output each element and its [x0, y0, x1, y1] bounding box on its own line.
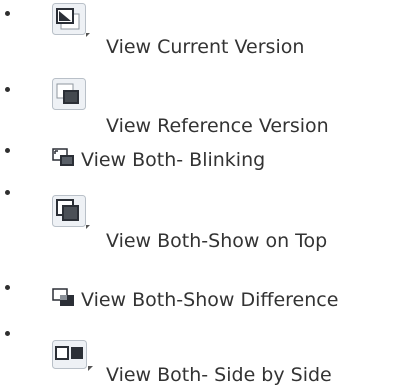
- view-both-show-on-top-icon: [52, 195, 90, 229]
- view-both-show-difference-icon: [52, 288, 74, 306]
- list-item[interactable]: View Both- Blinking: [0, 140, 404, 180]
- list-item[interactable]: View Reference Version: [0, 64, 404, 137]
- view-current-version-icon: [52, 3, 90, 37]
- list-item[interactable]: View Both-Show on Top: [0, 184, 404, 272]
- view-both-show-on-top-label: View Both-Show on Top: [106, 230, 328, 252]
- bullet-icon: [5, 190, 10, 195]
- bullet-icon: [5, 87, 10, 92]
- bullet-icon: [5, 11, 10, 16]
- bullet-icon: [5, 148, 10, 153]
- bullet-icon: [5, 285, 10, 290]
- list-item[interactable]: View Both-Show Difference: [0, 280, 404, 320]
- view-current-version-label: View Current Version: [106, 36, 305, 58]
- view-reference-version-icon: [52, 78, 86, 110]
- view-both-blinking-label: View Both- Blinking: [81, 149, 266, 171]
- list-item[interactable]: View Current Version: [0, 0, 404, 62]
- view-both-show-difference-label: View Both-Show Difference: [81, 289, 339, 311]
- list-item[interactable]: View Both- Side by Side: [0, 323, 404, 389]
- view-both-side-by-side-label: View Both- Side by Side: [106, 364, 332, 386]
- view-both-blinking-icon: [52, 148, 74, 166]
- view-reference-version-label: View Reference Version: [106, 115, 329, 137]
- bullet-icon: [5, 331, 10, 336]
- view-both-side-by-side-icon: [52, 340, 93, 371]
